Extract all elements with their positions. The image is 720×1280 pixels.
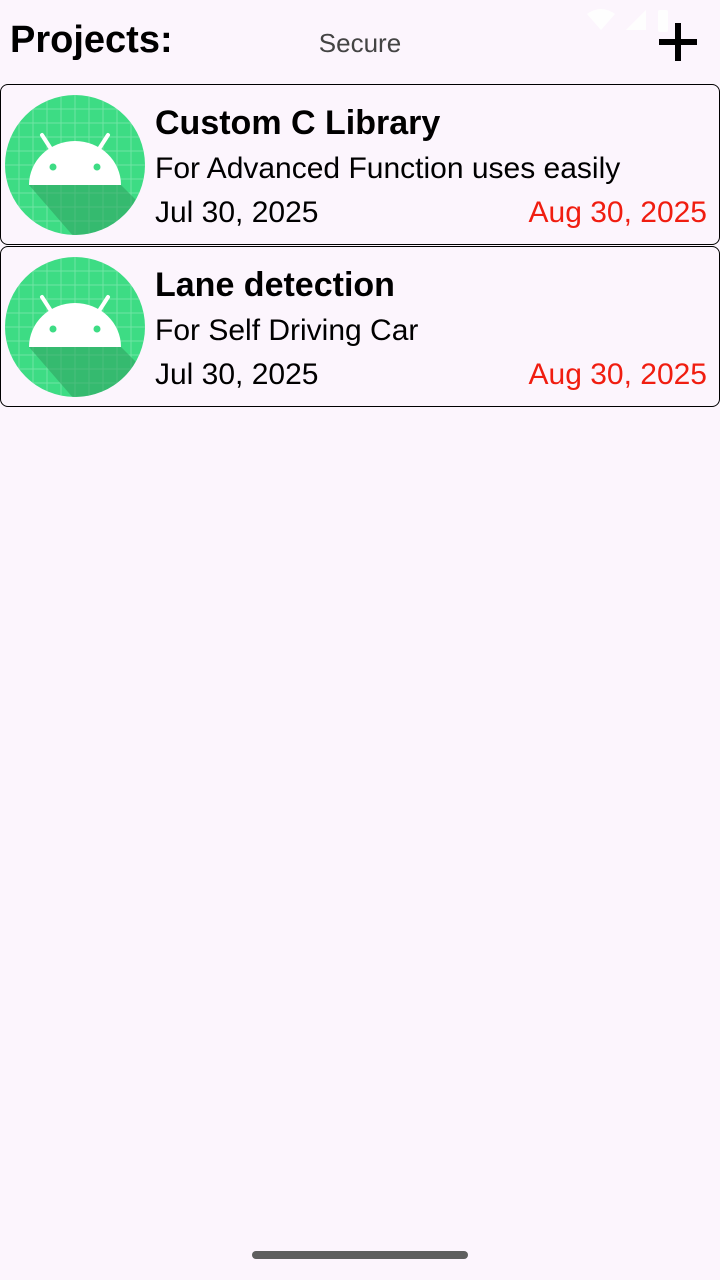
project-card[interactable]: Custom C Library For Advanced Function u… bbox=[0, 84, 720, 245]
project-card[interactable]: Lane detection For Self Driving Car Jul … bbox=[0, 246, 720, 407]
gesture-nav-handle[interactable] bbox=[252, 1251, 468, 1259]
plus-icon bbox=[659, 23, 697, 61]
project-list: Custom C Library For Advanced Function u… bbox=[0, 84, 720, 408]
project-description: For Advanced Function uses easily bbox=[155, 152, 621, 185]
project-start-date: Jul 30, 2025 bbox=[155, 358, 319, 391]
add-project-button[interactable] bbox=[658, 22, 698, 62]
android-app-icon bbox=[5, 95, 145, 235]
project-description: For Self Driving Car bbox=[155, 314, 419, 347]
project-due-date: Aug 30, 2025 bbox=[528, 358, 708, 391]
project-name: Lane detection bbox=[155, 266, 395, 304]
project-name: Custom C Library bbox=[155, 104, 441, 142]
android-app-icon bbox=[5, 257, 145, 397]
connection-status: Secure bbox=[318, 28, 402, 58]
app-header: Projects: Secure bbox=[0, 0, 720, 84]
project-start-date: Jul 30, 2025 bbox=[155, 196, 319, 229]
project-due-date: Aug 30, 2025 bbox=[528, 196, 708, 229]
